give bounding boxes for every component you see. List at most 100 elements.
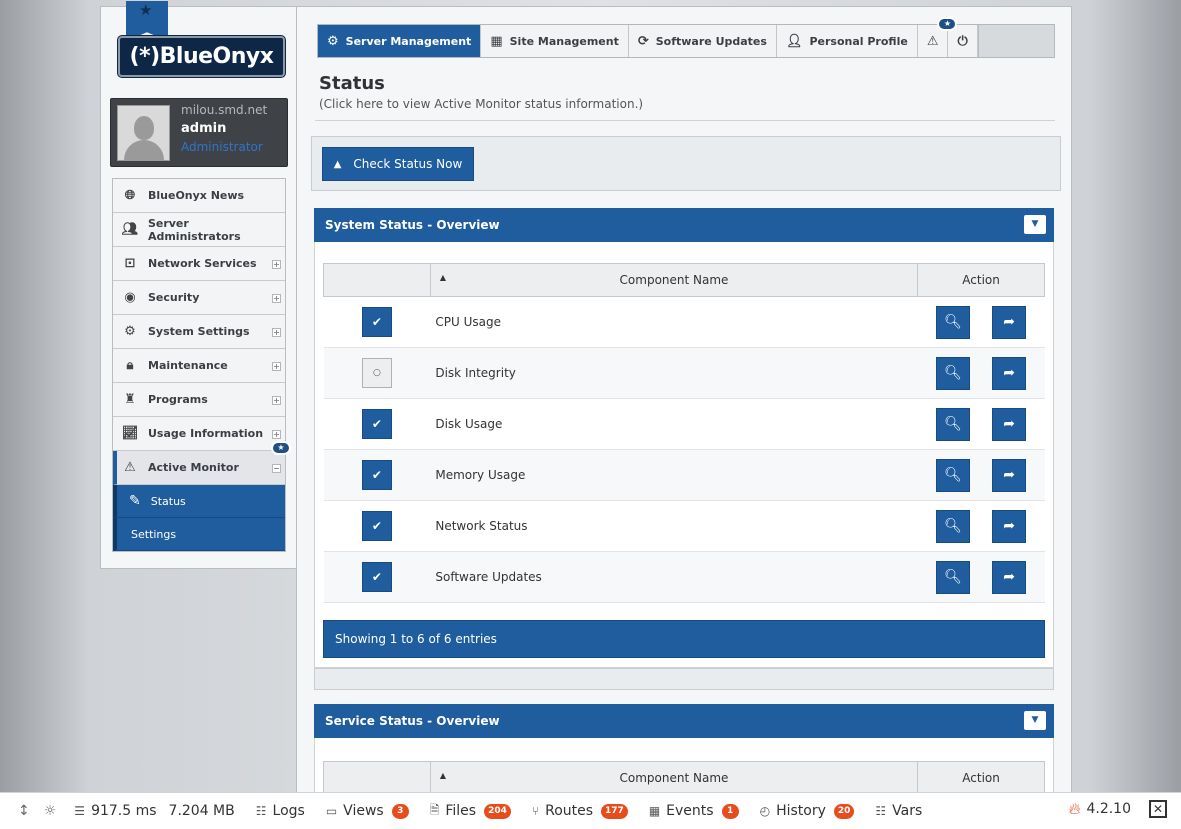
- user-icon: 👤︎: [785, 33, 803, 49]
- enabled-checkbox[interactable]: ✔: [361, 460, 392, 490]
- flame-icon[interactable]: 🔥︎: [1069, 799, 1081, 819]
- component-name: Disk Usage: [430, 398, 918, 450]
- user-role-link[interactable]: Administrator: [181, 140, 263, 154]
- sidebar-item-programs[interactable]: ♜ Programs +: [113, 383, 285, 417]
- system-status-body: ▲ Component Name Action ✔ CPU Usage 🔍︎ ➦ …: [314, 242, 1054, 668]
- users-icon: 👥︎: [121, 222, 139, 237]
- sidebar-item-maintenance[interactable]: 🔒︎ Maintenance +: [113, 349, 285, 383]
- tab-alerts[interactable]: ⚠︎ ★: [917, 17, 958, 57]
- column-label: Component Name: [619, 771, 729, 785]
- share-icon[interactable]: ➦: [992, 407, 1027, 441]
- system-status-header: System Status - Overview ▼: [314, 208, 1054, 242]
- expand-icon[interactable]: +: [272, 260, 281, 269]
- search-icon[interactable]: 🔍︎: [936, 356, 971, 390]
- enabled-checkbox[interactable]: ✔: [361, 307, 392, 337]
- toolbar-files[interactable]: 🗎︎ Files 204: [430, 801, 511, 822]
- tab-site-management[interactable]: ▦ Site Management: [481, 25, 629, 57]
- share-icon[interactable]: ➦: [992, 560, 1027, 594]
- collapse-icon[interactable]: −: [272, 464, 281, 473]
- share-icon[interactable]: ➦: [992, 356, 1027, 390]
- column-label: Action: [962, 273, 1000, 287]
- column-select[interactable]: [323, 761, 431, 795]
- sidebar-item-usage-information[interactable]: 📈︎ Usage Information +: [113, 417, 285, 451]
- expand-icon[interactable]: +: [272, 362, 281, 371]
- tab-server-management[interactable]: ⚙︎ Server Management: [318, 25, 482, 57]
- eye-icon: ◉: [124, 290, 136, 305]
- pencil-icon: ✎: [129, 493, 141, 509]
- disabled-checkbox[interactable]: ○: [361, 358, 392, 388]
- toolbar-label: Events: [666, 803, 714, 819]
- sort-asc-icon: ▲: [439, 771, 446, 780]
- vars-icon: ☷: [875, 804, 887, 818]
- sidebar-item-label: BlueOnyx News: [148, 189, 245, 202]
- enabled-checkbox[interactable]: ✔: [361, 409, 392, 439]
- timing[interactable]: ☰ 917.5 ms: [74, 803, 156, 819]
- sidebar-item-label: Security: [148, 291, 200, 304]
- globe-icon: 🌐︎: [124, 188, 136, 203]
- resize-icon[interactable]: ↕: [18, 803, 30, 819]
- toolbar-vars[interactable]: ☷ Vars: [875, 803, 922, 819]
- toolbar-routes[interactable]: ⑂ Routes 177: [532, 803, 628, 819]
- sidebar-subitem-settings[interactable]: Settings: [113, 518, 285, 551]
- sidebar-item-blueonyx-news[interactable]: 🌐︎ BlueOnyx News: [113, 179, 285, 213]
- main-panel: ⚙︎ Server Management ▦ Site Management ⟳…: [296, 6, 1072, 797]
- search-icon[interactable]: 🔍︎: [936, 560, 971, 594]
- search-icon[interactable]: 🔍︎: [936, 407, 971, 441]
- table-row: ✔ CPU Usage 🔍︎ ➦: [323, 296, 1045, 348]
- star-badge-icon: ★: [271, 441, 291, 455]
- sidebar-item-server-administrators[interactable]: 👥︎ Server Administrators: [113, 213, 285, 247]
- window-icon: ▭: [325, 804, 338, 818]
- tab-software-updates[interactable]: ⟳ Software Updates: [628, 25, 777, 57]
- sidebar-item-system-settings[interactable]: ⚙︎ System Settings +: [113, 315, 285, 349]
- page-title: Status: [319, 73, 385, 94]
- user-name: admin: [181, 121, 227, 136]
- toolbar-history[interactable]: ◴ History 20: [760, 803, 855, 819]
- share-icon[interactable]: ➦: [992, 458, 1027, 492]
- expand-icon[interactable]: +: [272, 396, 281, 405]
- component-name: CPU Usage: [430, 296, 918, 348]
- service-status-body: ▲ Component Name Action: [314, 738, 1054, 797]
- enabled-checkbox[interactable]: ✔: [361, 511, 392, 541]
- toolbar-label: Logs: [272, 803, 305, 819]
- theme-toggle-icon[interactable]: ☼: [44, 803, 57, 819]
- sidebar-item-network-services[interactable]: ⊡ Network Services +: [113, 247, 285, 281]
- expand-icon[interactable]: +: [272, 328, 281, 337]
- toolbar-views[interactable]: ▭ Views 3: [326, 803, 409, 819]
- page-subtitle-link[interactable]: (Click here to view Active Monitor statu…: [319, 97, 643, 111]
- panel-title: Service Status - Overview: [325, 714, 500, 728]
- toolbar-logs[interactable]: ☷ Logs: [256, 803, 305, 819]
- history-icon: ◴: [759, 804, 771, 818]
- column-component[interactable]: ▲ Component Name: [429, 761, 919, 795]
- system-status-table: ▲ Component Name Action ✔ CPU Usage 🔍︎ ➦ …: [323, 263, 1045, 603]
- count-badge: 204: [484, 803, 511, 819]
- version-text: 4.2.10: [1086, 801, 1131, 817]
- power-icon: ⏻: [957, 33, 968, 49]
- chevron-down-icon[interactable]: ▼: [1024, 215, 1046, 234]
- expand-icon[interactable]: +: [272, 294, 281, 303]
- chevron-up-icon: ▲: [333, 158, 342, 170]
- sidebar-subitem-status[interactable]: ✎ Status: [113, 485, 285, 518]
- chevron-down-icon[interactable]: ▼: [1024, 711, 1046, 730]
- blueonyx-logo[interactable]: (*)BlueOnyx: [118, 36, 285, 77]
- memory: 7.204 MB: [169, 803, 235, 819]
- tab-label: Server Management: [345, 34, 472, 48]
- component-name: Network Status: [430, 500, 918, 552]
- sidebar-item-active-monitor[interactable]: ⚠︎ Active Monitor − ★: [113, 441, 291, 485]
- panel-title: System Status - Overview: [325, 218, 500, 232]
- enabled-checkbox[interactable]: ✔: [361, 562, 392, 592]
- close-icon[interactable]: ✕: [1149, 800, 1167, 818]
- toolbar-events[interactable]: ▦ Events 1: [649, 803, 739, 819]
- tab-personal-profile[interactable]: 👤︎ Personal Profile: [776, 25, 918, 57]
- check-status-button[interactable]: ▲ Check Status Now: [322, 147, 474, 181]
- expand-icon[interactable]: +: [272, 430, 281, 439]
- search-icon[interactable]: 🔍︎: [936, 458, 971, 492]
- sidebar-item-security[interactable]: ◉ Security +: [113, 281, 285, 315]
- column-component[interactable]: ▲ Component Name: [429, 263, 919, 297]
- share-icon[interactable]: ➦: [992, 509, 1027, 543]
- sidebar-item-label: Active Monitor: [148, 461, 239, 474]
- search-icon[interactable]: 🔍︎: [936, 509, 971, 543]
- count-badge: 1: [721, 803, 739, 819]
- column-select[interactable]: [323, 263, 431, 297]
- search-icon[interactable]: 🔍︎: [936, 305, 971, 339]
- share-icon[interactable]: ➦: [992, 305, 1027, 339]
